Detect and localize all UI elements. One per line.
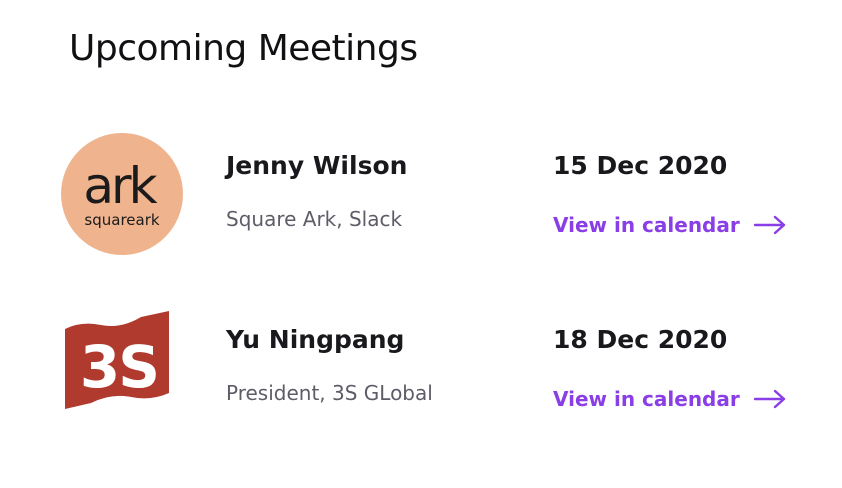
company-logo-squareark: ark squareark — [61, 133, 183, 255]
logo-text-sub: squareark — [84, 211, 159, 229]
company-logo-3s: 3S — [65, 311, 169, 409]
attendee-company: President, 3S GLobal — [226, 381, 433, 405]
meeting-item: ark squareark Jenny Wilson Square Ark, S… — [0, 128, 842, 258]
meeting-date: 18 Dec 2020 — [553, 325, 728, 354]
arrow-right-icon — [753, 389, 785, 409]
meeting-date: 15 Dec 2020 — [553, 151, 728, 180]
attendee-company: Square Ark, Slack — [226, 207, 403, 231]
meeting-item: 3S Yu Ningpang President, 3S GLobal 18 D… — [0, 302, 842, 432]
view-in-calendar-label: View in calendar — [553, 213, 740, 237]
logo-text-main: ark — [83, 157, 157, 215]
logo-text-main: 3S — [80, 333, 158, 401]
page-title: Upcoming Meetings — [69, 28, 418, 69]
attendee-name: Yu Ningpang — [226, 325, 405, 354]
arrow-right-icon — [753, 215, 785, 235]
view-in-calendar-link[interactable]: View in calendar — [553, 384, 786, 414]
view-in-calendar-label: View in calendar — [553, 387, 740, 411]
view-in-calendar-link[interactable]: View in calendar — [553, 210, 786, 240]
attendee-name: Jenny Wilson — [226, 151, 408, 180]
